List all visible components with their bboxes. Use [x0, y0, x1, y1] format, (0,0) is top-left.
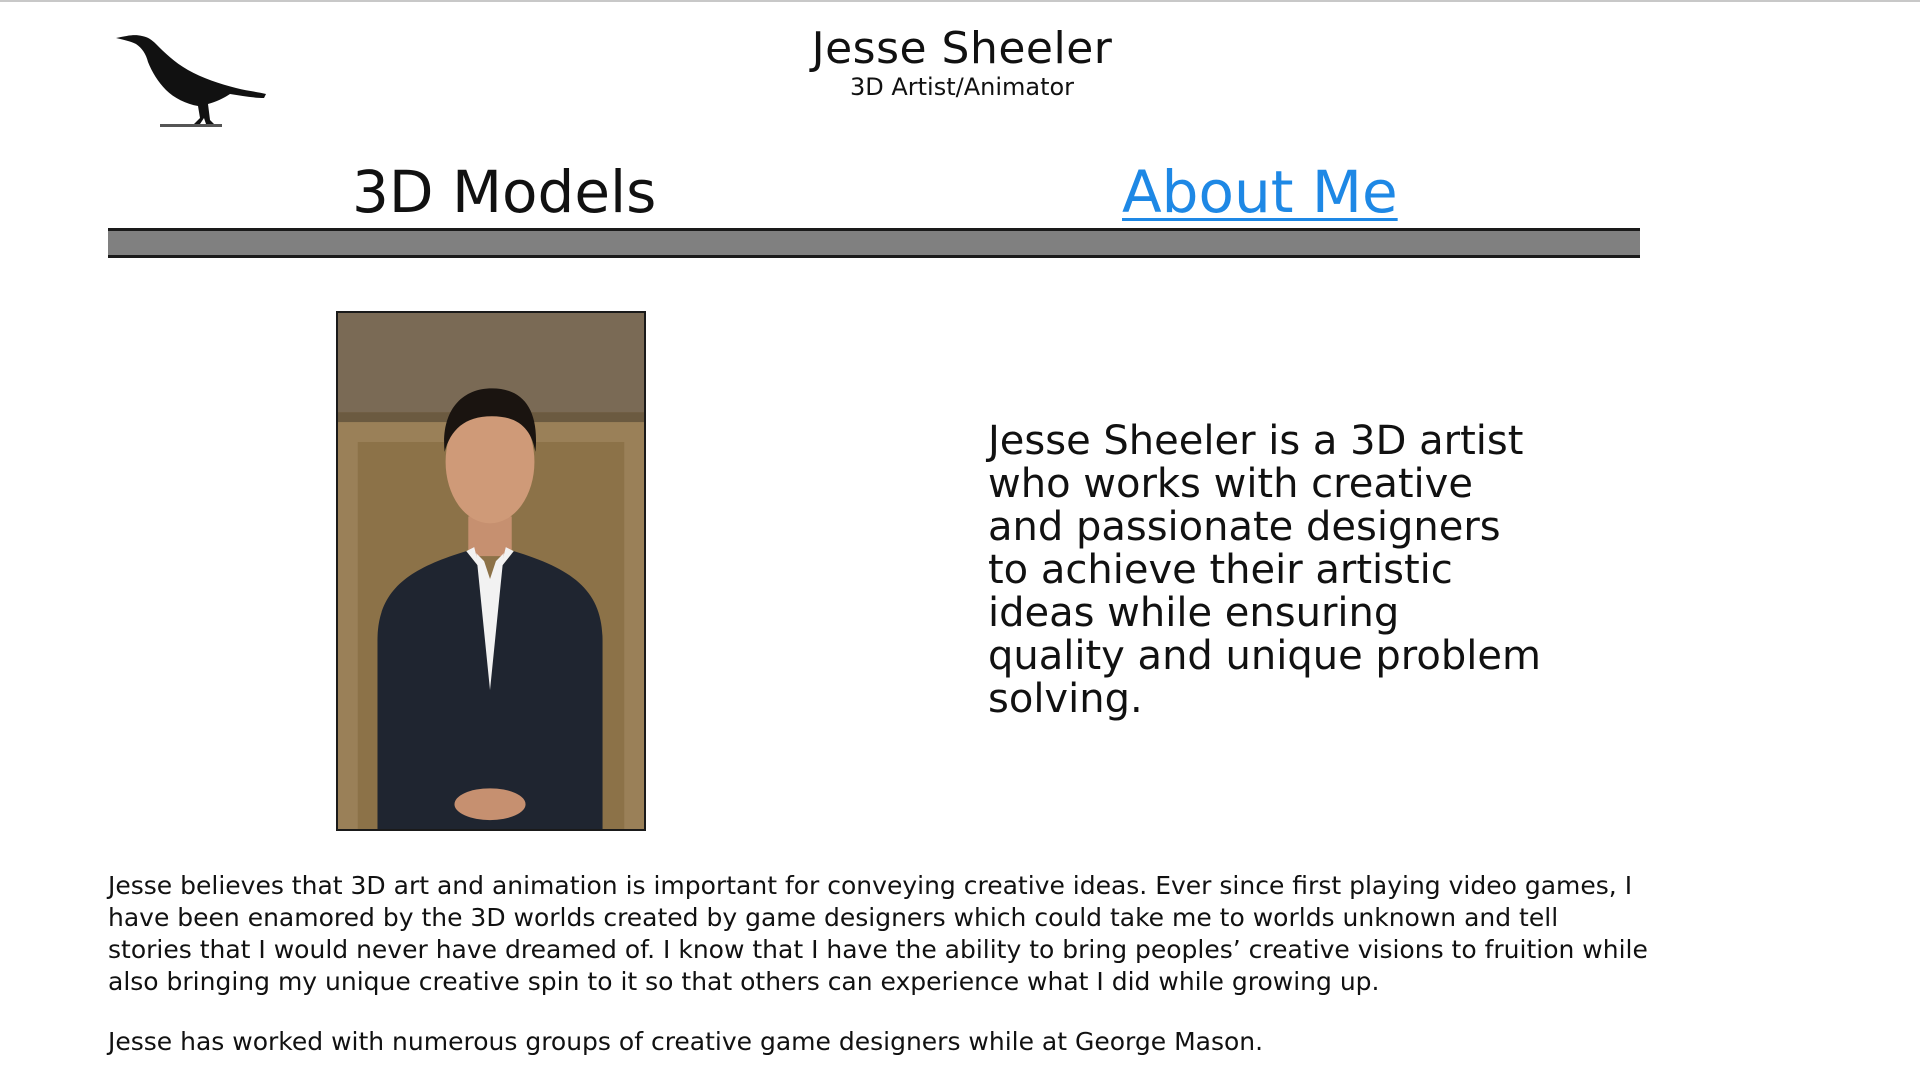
- about-lead-text: Jesse Sheeler is a 3D artist who works w…: [988, 418, 1541, 722]
- site-title: Jesse Sheeler: [811, 23, 1113, 74]
- nav-3d-models[interactable]: 3D Models: [352, 152, 656, 232]
- nav-divider-bar: [108, 228, 1640, 258]
- site-brand: Jesse Sheeler 3D Artist/Animator: [0, 22, 1920, 100]
- about-paragraph-2: Jesse has worked with numerous groups of…: [108, 1027, 1264, 1056]
- main-nav: 3D Models About Me: [108, 152, 1640, 232]
- portrait-illustration: [338, 313, 644, 829]
- page: Jesse Sheeler 3D Artist/Animator 3D Mode…: [0, 0, 1920, 1080]
- site-subtitle: 3D Artist/Animator: [849, 73, 1075, 101]
- nav-about-me-link[interactable]: About Me: [1122, 152, 1398, 232]
- about-paragraph-1: Jesse believes that 3D art and animation…: [108, 871, 1648, 996]
- portrait-photo: [336, 311, 646, 831]
